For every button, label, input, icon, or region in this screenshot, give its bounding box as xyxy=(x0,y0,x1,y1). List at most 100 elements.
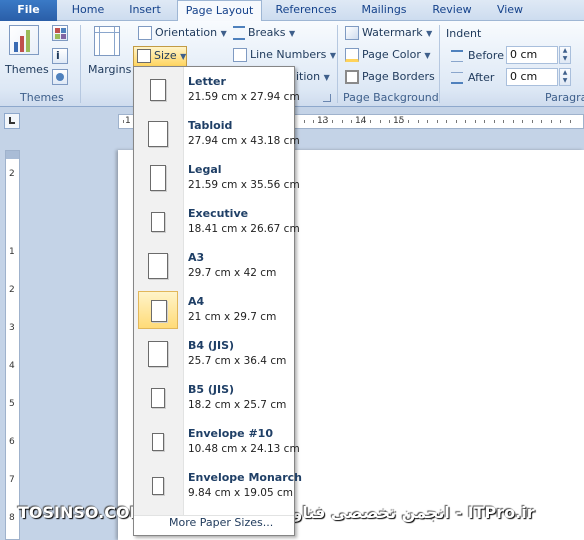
paper-size-item[interactable]: Envelope Monarch 9.84 cm x 19.05 cm xyxy=(136,467,302,511)
spacing-after-spinner[interactable]: ▲ ▼ xyxy=(559,68,571,86)
vertical-ruler[interactable]: 2 1 2 3 4 5 6 7 8 xyxy=(5,150,20,540)
page-icon xyxy=(149,79,167,101)
theme-fonts-icon[interactable]: i xyxy=(52,48,68,64)
paper-size-item[interactable]: B5 (JIS) 18.2 cm x 25.7 cm xyxy=(136,379,292,423)
paper-size-item[interactable]: A4 21 cm x 29.7 cm xyxy=(136,291,292,335)
ruler-number: 2 xyxy=(9,285,15,295)
ruler-number: 6 xyxy=(9,437,15,447)
paper-size-dimensions: 25.7 cm x 36.4 cm xyxy=(188,355,287,367)
size-dropdown-menu: Letter 21.59 cm x 27.94 cm Tabloid 27.94 cm… xyxy=(133,66,302,536)
watermark-button[interactable]: Watermark ▼ xyxy=(345,26,432,40)
spacing-before-icon xyxy=(451,50,463,62)
tab-selector[interactable] xyxy=(4,113,20,129)
line-numbers-button[interactable]: Line Numbers ▼ xyxy=(233,48,336,62)
spacing-before-input[interactable]: 0 cm xyxy=(506,46,558,64)
themes-icon xyxy=(9,25,39,55)
page-icon xyxy=(151,211,165,233)
paper-size-thumbnail xyxy=(138,115,178,153)
margins-button[interactable]: Margins xyxy=(86,23,131,85)
paper-size-thumbnail xyxy=(138,423,178,461)
themes-button[interactable]: Themes xyxy=(5,23,49,85)
tab-insert[interactable]: Insert xyxy=(118,0,172,21)
tab-review[interactable]: Review xyxy=(424,0,480,21)
paper-size-name: A3 xyxy=(188,251,205,264)
page-icon xyxy=(148,341,168,367)
paper-size-name: Legal xyxy=(188,163,222,176)
breaks-button[interactable]: Breaks ▼ xyxy=(233,26,295,40)
page-color-button[interactable]: Page Color ▼ xyxy=(345,48,431,62)
paper-size-dimensions: 21.59 cm x 35.56 cm xyxy=(188,179,300,191)
more-paper-sizes-item[interactable]: More Paper Sizes... xyxy=(169,516,273,529)
paper-size-item[interactable]: Envelope #10 10.48 cm x 24.13 cm xyxy=(136,423,300,467)
paper-size-name: Envelope Monarch xyxy=(188,471,303,484)
ruler-number: 1 xyxy=(9,247,15,257)
orientation-label: Orientation xyxy=(155,26,218,39)
page-icon xyxy=(148,253,168,279)
hyphenation-button[interactable]: ition ▼ xyxy=(296,70,330,83)
page-icon xyxy=(152,477,164,495)
page-icon xyxy=(148,121,168,147)
line-numbers-icon xyxy=(233,48,247,62)
paper-size-dimensions: 18.2 cm x 25.7 cm xyxy=(188,399,287,411)
paper-size-thumbnail xyxy=(138,159,178,197)
tab-file[interactable]: File xyxy=(0,0,57,21)
spacing-after-input[interactable]: 0 cm xyxy=(506,68,558,86)
indent-label: Indent xyxy=(446,27,482,40)
theme-effects-icon[interactable] xyxy=(52,69,68,85)
page-borders-button[interactable]: Page Borders xyxy=(345,70,435,84)
ruler-number: 7 xyxy=(9,475,15,485)
paper-size-thumbnail xyxy=(138,467,178,505)
size-label: Size xyxy=(154,49,177,62)
spacing-before-spinner[interactable]: ▲ ▼ xyxy=(559,46,571,64)
tab-mailings[interactable]: Mailings xyxy=(350,0,418,21)
page-background-group-label: Page Background xyxy=(343,91,439,104)
page-borders-label: Page Borders xyxy=(362,70,435,83)
ruler-number: 3 xyxy=(9,323,15,333)
page-icon xyxy=(151,299,167,323)
paper-size-item[interactable]: A3 29.7 cm x 42 cm xyxy=(136,247,292,291)
ruler-number: 8 xyxy=(9,513,15,523)
ribbon-tabs: File Home Insert Page Layout References … xyxy=(0,0,584,22)
paper-size-item[interactable]: Executive 18.41 cm x 26.67 cm xyxy=(136,203,300,247)
tab-page-layout[interactable]: Page Layout xyxy=(177,0,262,22)
page-icon xyxy=(149,165,167,191)
paper-size-thumbnail xyxy=(138,71,178,109)
spacing-after-label: After xyxy=(468,71,495,84)
watermark-label: Watermark xyxy=(362,26,423,39)
paper-size-thumbnail xyxy=(138,335,178,373)
paper-size-name: Tabloid xyxy=(188,119,233,132)
paper-size-thumbnail xyxy=(138,291,178,329)
page-color-label: Page Color xyxy=(362,48,421,61)
themes-label: Themes xyxy=(5,63,49,76)
tab-references[interactable]: References xyxy=(268,0,344,21)
paper-size-dimensions: 9.84 cm x 19.05 cm xyxy=(188,487,294,499)
paper-size-dimensions: 21.59 cm x 27.94 cm xyxy=(188,91,300,103)
paper-size-item[interactable]: Letter 21.59 cm x 27.94 cm xyxy=(136,71,300,115)
ruler-number: 4 xyxy=(9,361,15,371)
paper-size-item[interactable]: Tabloid 27.94 cm x 43.18 cm xyxy=(136,115,300,159)
margins-icon xyxy=(94,26,120,56)
spacing-before-label: Before xyxy=(468,49,504,62)
paper-size-thumbnail xyxy=(138,379,178,417)
tab-home[interactable]: Home xyxy=(62,0,114,21)
paper-size-item[interactable]: B4 (JIS) 25.7 cm x 36.4 cm xyxy=(136,335,292,379)
line-numbers-label: Line Numbers xyxy=(250,48,327,61)
ruler-number: 2 xyxy=(9,169,15,179)
themes-group-label: Themes xyxy=(20,91,64,104)
paper-size-name: Letter xyxy=(188,75,226,88)
page-setup-launcher-icon[interactable] xyxy=(323,94,331,102)
breaks-icon xyxy=(233,26,245,40)
page-icon xyxy=(151,388,165,408)
size-button[interactable]: Size ▼ xyxy=(133,46,187,68)
paper-size-item[interactable]: Legal 21.59 cm x 35.56 cm xyxy=(136,159,300,203)
orientation-button[interactable]: Orientation ▼ xyxy=(138,26,227,40)
paper-size-dimensions: 21 cm x 29.7 cm xyxy=(188,311,277,323)
tab-view[interactable]: View xyxy=(486,0,534,21)
paper-size-dimensions: 29.7 cm x 42 cm xyxy=(188,267,277,279)
paper-size-name: A4 xyxy=(188,295,205,308)
theme-colors-icon[interactable] xyxy=(52,25,68,41)
paper-size-name: Executive xyxy=(188,207,249,220)
orientation-icon xyxy=(138,26,152,40)
page-borders-icon xyxy=(345,70,359,84)
paper-size-name: B4 (JIS) xyxy=(188,339,235,352)
